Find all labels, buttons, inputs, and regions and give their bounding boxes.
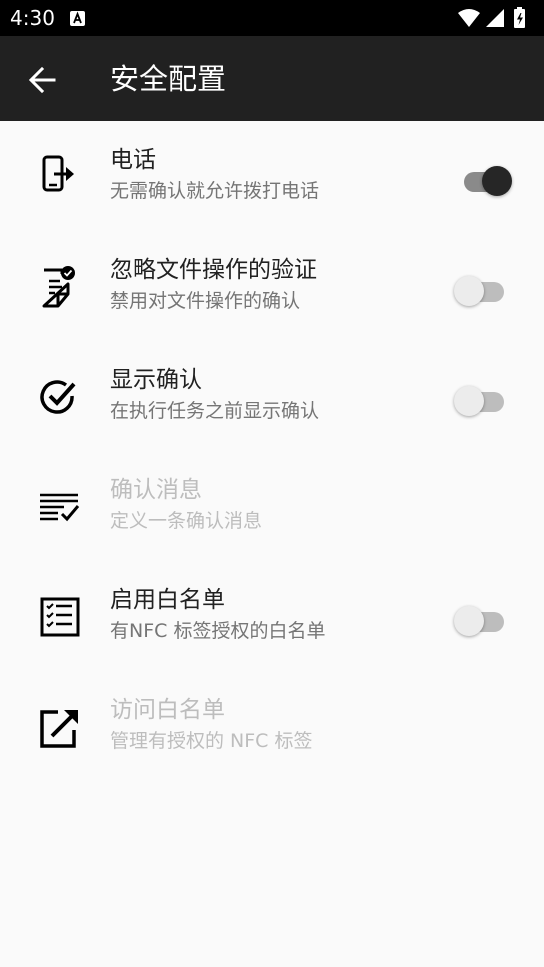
switch-thumb	[454, 276, 484, 306]
switch-thumb	[454, 386, 484, 416]
setting-title: 启用白名单	[110, 587, 225, 613]
setting-title: 访问白名单	[110, 697, 225, 723]
open-external-icon	[36, 704, 84, 752]
file-check-icon	[36, 264, 84, 312]
status-time: 4:30	[10, 6, 55, 30]
setting-phone[interactable]: 电话 无需确认就允许拨打电话	[0, 121, 544, 231]
status-bar: 4:30	[0, 0, 544, 36]
enable-whitelist-switch[interactable]	[452, 601, 516, 637]
text-check-icon	[36, 484, 84, 532]
status-icons	[456, 7, 536, 29]
setting-subtitle: 禁用对文件操作的确认	[110, 290, 301, 312]
setting-enable-whitelist[interactable]: 启用白名单 有NFC 标签授权的白名单	[0, 561, 544, 671]
switch-thumb	[482, 166, 512, 196]
setting-confirmation-message[interactable]: 确认消息 定义一条确认消息	[0, 451, 544, 561]
notification-a-icon	[70, 11, 85, 26]
setting-title: 确认消息	[110, 477, 202, 503]
setting-title: 忽略文件操作的验证	[110, 257, 317, 283]
setting-subtitle: 定义一条确认消息	[110, 510, 263, 532]
checklist-icon	[36, 594, 84, 642]
page-title: 安全配置	[110, 62, 227, 96]
settings-list: 电话 无需确认就允许拨打电话 忽略文件操作的验证 禁用对文件操作的确认 显示确认…	[0, 121, 544, 781]
ignore-file-verification-switch[interactable]	[452, 271, 516, 307]
app-toolbar: 安全配置	[0, 36, 544, 121]
show-confirmation-switch[interactable]	[452, 381, 516, 417]
arrow-back-icon	[28, 66, 56, 94]
wifi-icon	[458, 9, 480, 27]
setting-title: 电话	[110, 147, 156, 173]
phone-switch[interactable]	[452, 161, 516, 197]
setting-subtitle: 有NFC 标签授权的白名单	[110, 620, 326, 642]
setting-subtitle: 管理有授权的 NFC 标签	[110, 730, 313, 752]
setting-ignore-file-verification[interactable]: 忽略文件操作的验证 禁用对文件操作的确认	[0, 231, 544, 341]
back-button[interactable]	[18, 56, 66, 104]
setting-access-whitelist[interactable]: 访问白名单 管理有授权的 NFC 标签	[0, 671, 544, 781]
setting-subtitle: 无需确认就允许拨打电话	[110, 180, 320, 202]
setting-title: 显示确认	[110, 367, 202, 393]
signal-icon	[486, 9, 504, 27]
setting-show-confirmation[interactable]: 显示确认 在执行任务之前显示确认	[0, 341, 544, 451]
check-circle-icon	[36, 374, 84, 422]
phone-forward-icon	[36, 154, 84, 202]
setting-subtitle: 在执行任务之前显示确认	[110, 400, 320, 422]
switch-thumb	[454, 606, 484, 636]
